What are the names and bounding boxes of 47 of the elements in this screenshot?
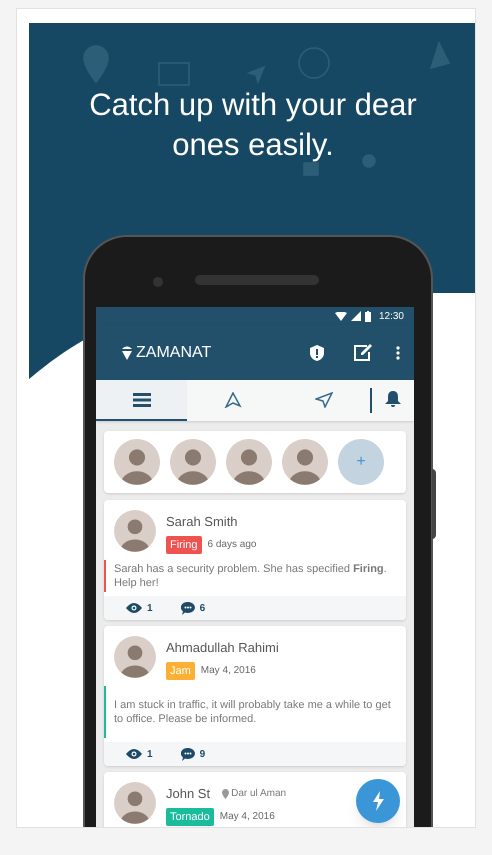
author-name: Sarah Smith — [166, 513, 238, 531]
view-count: 1 — [147, 602, 153, 616]
post-time: 6 days ago — [208, 538, 256, 552]
headline: Catch up with your dear ones easily. — [88, 86, 418, 164]
author-name: John St — [166, 785, 210, 803]
pin-icon — [222, 788, 230, 799]
app-title: ZAMANAT — [136, 342, 212, 362]
avatar-silhouette — [114, 510, 156, 552]
eye-icon — [126, 603, 142, 613]
more-icon[interactable] — [396, 346, 400, 360]
post-time: May 4, 2016 — [200, 664, 256, 678]
author-name: Ahmadullah Rahimi — [166, 639, 279, 657]
lightning-icon — [372, 791, 384, 811]
logo-icon — [122, 346, 132, 360]
post-card[interactable]: John St Dar ul Aman Tornado May 4, 2016 — [104, 772, 406, 827]
wifi-icon — [334, 312, 347, 320]
avatar-silhouette — [114, 636, 156, 678]
post-message: I am stuck in traffic, it will probably take me a while to get to office. Please be informed. — [104, 686, 406, 738]
avatar-silhouette — [170, 439, 216, 485]
edit-icon[interactable] — [354, 344, 372, 361]
avatar-silhouette — [282, 439, 328, 485]
shield-icon[interactable] — [310, 344, 324, 360]
comment-icon — [180, 748, 195, 760]
post-card[interactable]: Ahmadullah Rahimi Jam May 4, 2016 I am stuck in traffic, it will probably take me a while to get to office. Please be informed. 1 9 — [104, 626, 406, 766]
tab[interactable] — [96, 380, 188, 421]
send-arrow-icon — [315, 392, 334, 408]
post-message: Sarah has a security problem. She has specified Firing. Help her! — [104, 560, 406, 592]
bell-icon — [384, 391, 401, 408]
tag-label: Jam — [166, 662, 195, 680]
view-count: 1 — [147, 748, 153, 762]
tag-label: Firing — [166, 536, 202, 554]
status-time: 12:30 — [378, 310, 404, 324]
menu-icon — [132, 392, 151, 406]
avatar-silhouette — [114, 439, 160, 485]
post-card[interactable]: Sarah Smith Firing 6 days ago Sarah has a security problem. She has specified Firing. Help her! 1 6 — [104, 500, 406, 620]
tag-label: Tornado — [166, 808, 214, 826]
comment-count: 6 — [200, 602, 206, 616]
comment-icon — [180, 602, 195, 614]
battery-icon — [364, 310, 371, 322]
avatar-silhouette — [114, 782, 156, 824]
comment-count: 9 — [200, 748, 206, 762]
signal-icon — [350, 311, 361, 321]
location-text: Dar ul Aman — [231, 787, 286, 802]
post-time: May 4, 2016 — [220, 810, 275, 824]
eye-icon — [126, 749, 142, 759]
navigation-arrow-icon — [224, 392, 242, 408]
avatar-silhouette — [226, 439, 272, 485]
